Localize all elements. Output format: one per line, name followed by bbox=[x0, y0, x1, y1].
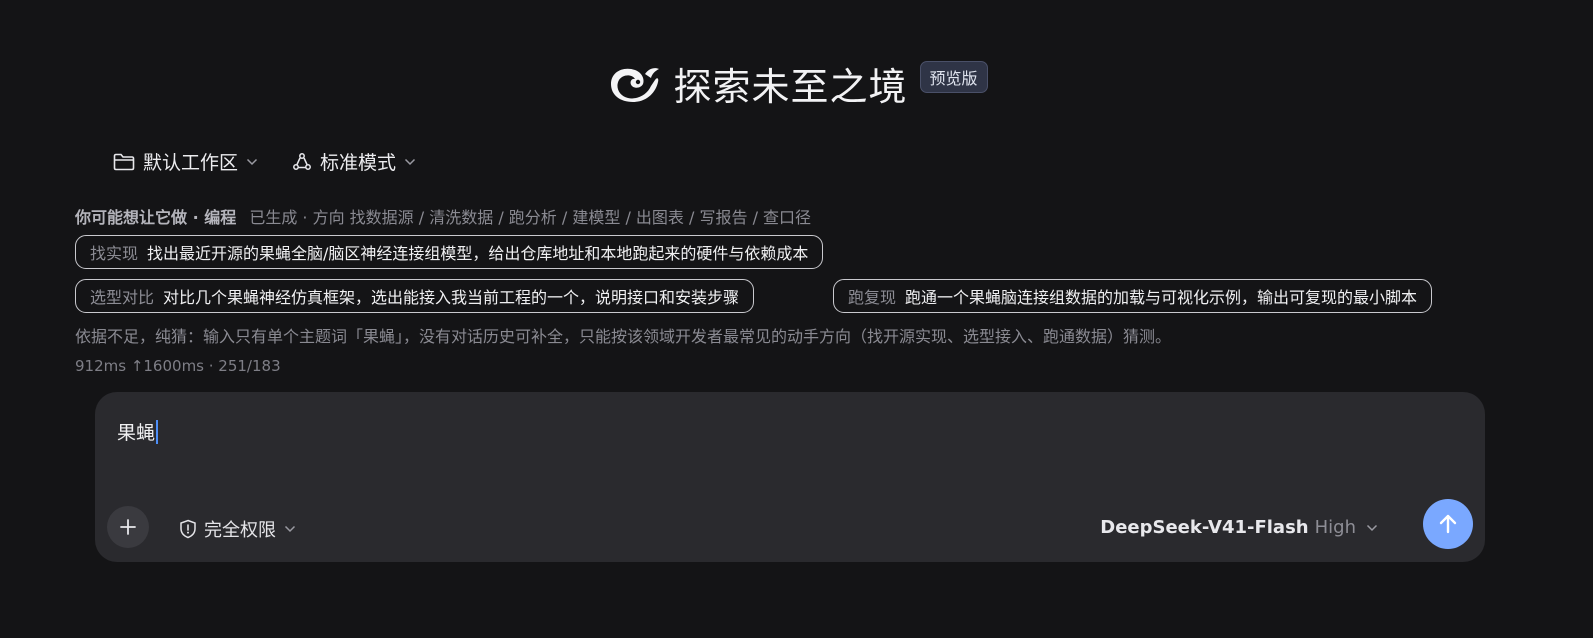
plus-icon bbox=[120, 519, 136, 535]
whale-logo-icon bbox=[611, 67, 660, 102]
chip-tag: 跑复现 bbox=[848, 288, 897, 307]
suggestion-chip-reproduce[interactable]: 跑复现 跑通一个果蝇脑连接组数据的加载与可视化示例，输出可复现的最小脚本 bbox=[833, 279, 1433, 313]
mode-selector[interactable]: 标准模式 bbox=[292, 148, 416, 175]
workspace-label: 默认工作区 bbox=[143, 152, 239, 174]
mode-cycle-icon bbox=[293, 152, 311, 170]
folder-icon bbox=[113, 153, 135, 170]
send-button[interactable] bbox=[1423, 499, 1473, 549]
latency-stats: 912ms ↑1600ms · 251/183 bbox=[75, 357, 281, 375]
model-name: DeepSeek-V41-Flash bbox=[1100, 517, 1309, 538]
preview-badge: 预览版 bbox=[919, 60, 988, 93]
chevron-down-icon bbox=[405, 158, 416, 165]
workspace-selector[interactable]: 默认工作区 bbox=[113, 148, 258, 175]
text-caret bbox=[156, 419, 159, 444]
chip-tag: 找实现 bbox=[90, 244, 139, 263]
suggestion-chip-compare[interactable]: 选型对比 对比几个果蝇神经仿真框架，选出能接入我当前工程的一个，说明接口和安装步… bbox=[75, 279, 755, 313]
chevron-down-icon bbox=[1366, 524, 1378, 531]
permission-label: 完全权限 bbox=[204, 520, 276, 541]
chevron-down-icon bbox=[284, 525, 296, 533]
chevron-down-icon bbox=[246, 158, 258, 165]
suggestion-header: 你可能想让它做 · 编程 已生成 · 方向 找数据源 / 清洗数据 / 跑分析 … bbox=[75, 204, 811, 228]
composer: 果蝇 完全权限 DeepSeek-V41-Flash High bbox=[95, 392, 1485, 562]
attach-button[interactable] bbox=[107, 506, 149, 548]
suggestion-prefix: 你可能想让它做 · 编程 bbox=[75, 208, 237, 227]
suggestion-reason: 依据不足，纯猜：输入只有单个主题词「果蝇」，没有对话历史可补全，只能按该领域开发… bbox=[75, 327, 1172, 346]
arrow-up-icon bbox=[1439, 514, 1457, 534]
chip-text: 找出最近开源的果蝇全脑/脑区神经连接组模型，给出仓库地址和本地跑起来的硬件与依赖… bbox=[147, 244, 809, 263]
suggestion-chip-find[interactable]: 找实现 找出最近开源的果蝇全脑/脑区神经连接组模型，给出仓库地址和本地跑起来的硬… bbox=[75, 235, 824, 269]
permission-selector[interactable]: 完全权限 bbox=[179, 516, 303, 542]
prompt-input[interactable]: 果蝇 bbox=[117, 418, 159, 445]
app-title: 探索未至之境 bbox=[673, 65, 908, 109]
chip-tag: 选型对比 bbox=[90, 288, 155, 307]
model-selector[interactable]: DeepSeek-V41-Flash High bbox=[1100, 517, 1378, 538]
prompt-input-value: 果蝇 bbox=[117, 422, 156, 444]
mode-label: 标准模式 bbox=[320, 152, 397, 174]
header: 探索未至之境 预览版 bbox=[0, 56, 1593, 111]
suggestion-directions: 已生成 · 方向 找数据源 / 清洗数据 / 跑分析 / 建模型 / 出图表 /… bbox=[249, 208, 812, 227]
chip-text: 跑通一个果蝇脑连接组数据的加载与可视化示例，输出可复现的最小脚本 bbox=[905, 288, 1418, 307]
shield-icon bbox=[180, 519, 196, 539]
model-level: High bbox=[1314, 517, 1356, 538]
top-controls: 默认工作区 标准模式 bbox=[113, 148, 450, 175]
chip-text: 对比几个果蝇神经仿真框架，选出能接入我当前工程的一个，说明接口和安装步骤 bbox=[163, 288, 740, 307]
